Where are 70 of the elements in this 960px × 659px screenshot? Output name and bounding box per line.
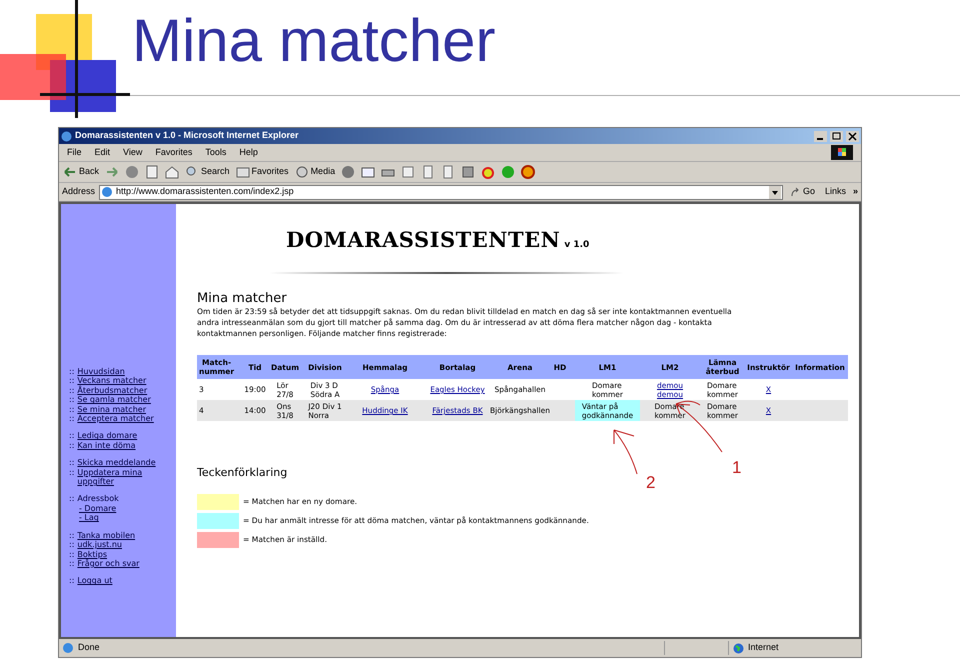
home-icon — [165, 165, 180, 179]
maximize-icon[interactable] — [830, 130, 843, 142]
sidebar-link[interactable]: Uppdatera mina uppgifter — [77, 468, 166, 486]
address-field[interactable]: http://www.domarassistenten.com/index2.jsp — [99, 184, 783, 200]
annotation-number: 1 — [732, 457, 742, 479]
address-label: Address — [62, 185, 96, 198]
menu-item[interactable]: File — [67, 146, 82, 160]
go-button[interactable]: Go — [786, 185, 818, 199]
sidebar-link[interactable]: Acceptera matcher — [77, 414, 166, 424]
menu-item[interactable]: Edit — [94, 146, 110, 160]
link-prefix: :: — [69, 404, 74, 414]
windows-logo-icon — [831, 145, 853, 160]
link-prefix: :: — [69, 414, 74, 424]
sidebar-link[interactable]: - Lag — [69, 513, 176, 523]
toolbar-button[interactable]: Media — [294, 165, 336, 179]
sidebar-link[interactable]: Återbudsmatcher — [77, 386, 166, 396]
page-heading: Mina matcher — [197, 291, 287, 306]
sidebar-link[interactable]: Lediga domare — [77, 431, 166, 441]
browser-icon — [61, 130, 72, 142]
sidebar-link[interactable]: udk.just.nu — [77, 540, 166, 550]
sidebar-link[interactable]: Kan inte döma — [77, 440, 166, 450]
status-text: Done — [78, 641, 101, 654]
toolbar-button[interactable]: Favorites — [236, 165, 289, 179]
back-arrow-icon — [63, 165, 77, 179]
link-prefix: :: — [69, 431, 74, 441]
close-icon[interactable] — [846, 130, 859, 142]
annotation-number: 2 — [646, 472, 656, 494]
version-label: v 1.0 — [564, 241, 590, 250]
window-title: Domarassistenten v 1.0 - Microsoft Internet Explorer — [75, 129, 300, 142]
go-arrow-icon — [790, 186, 801, 198]
annotation-arrow — [614, 430, 638, 474]
forward-arrow-icon — [105, 165, 120, 179]
more-links[interactable]: » — [852, 185, 858, 199]
menu-item[interactable]: Tools — [205, 146, 226, 160]
link-prefix: :: — [69, 550, 74, 559]
link-prefix: :: — [69, 540, 74, 550]
minimize-icon[interactable] — [814, 130, 827, 142]
link-prefix: :: — [69, 558, 74, 568]
link-prefix: :: — [69, 494, 74, 504]
menu-item[interactable]: Help — [239, 146, 258, 160]
toolbar-button[interactable]: Back — [63, 165, 100, 179]
sidebar-link[interactable]: Logga ut — [77, 576, 166, 586]
dropdown-icon[interactable] — [768, 186, 781, 198]
link-prefix: :: — [69, 458, 74, 468]
sidebar-link[interactable]: Se mina matcher — [77, 404, 166, 414]
legend-heading: Teckenförklaring — [197, 465, 288, 481]
sidebar-link[interactable]: Tanka mobilen — [77, 530, 166, 540]
zone-text: Internet — [748, 641, 779, 654]
link-prefix: :: — [69, 576, 74, 586]
sidebar-label: Adressbok — [77, 494, 120, 504]
link-prefix: :: — [69, 395, 74, 405]
slide-title: Mina matcher — [132, 8, 496, 74]
link-prefix: :: — [69, 367, 74, 376]
menu-item[interactable]: View — [123, 146, 142, 160]
link-prefix: :: — [69, 530, 74, 540]
sidebar-link[interactable]: Se gamla matcher — [77, 395, 166, 405]
sidebar-link[interactable]: - Domare — [69, 504, 176, 514]
sidebar-link[interactable]: Skicka meddelande — [77, 458, 166, 468]
sidebar-link[interactable]: Veckans matcher — [77, 376, 166, 386]
sidebar-link[interactable]: Huvudsidan — [77, 367, 166, 376]
link-prefix: :: — [69, 468, 74, 478]
sidebar-link[interactable]: Frågor och svar — [77, 558, 166, 568]
sidebar-link[interactable]: Boktips — [77, 550, 166, 559]
menu-item[interactable]: Favorites — [155, 146, 192, 160]
links-button[interactable]: Links — [822, 185, 849, 199]
link-prefix: :: — [69, 440, 74, 450]
site-logo: DOMARASSISTENTEN — [286, 229, 560, 250]
toolbar-button[interactable]: Search — [185, 165, 230, 179]
link-prefix: :: — [69, 376, 74, 386]
link-prefix: :: — [69, 386, 74, 396]
